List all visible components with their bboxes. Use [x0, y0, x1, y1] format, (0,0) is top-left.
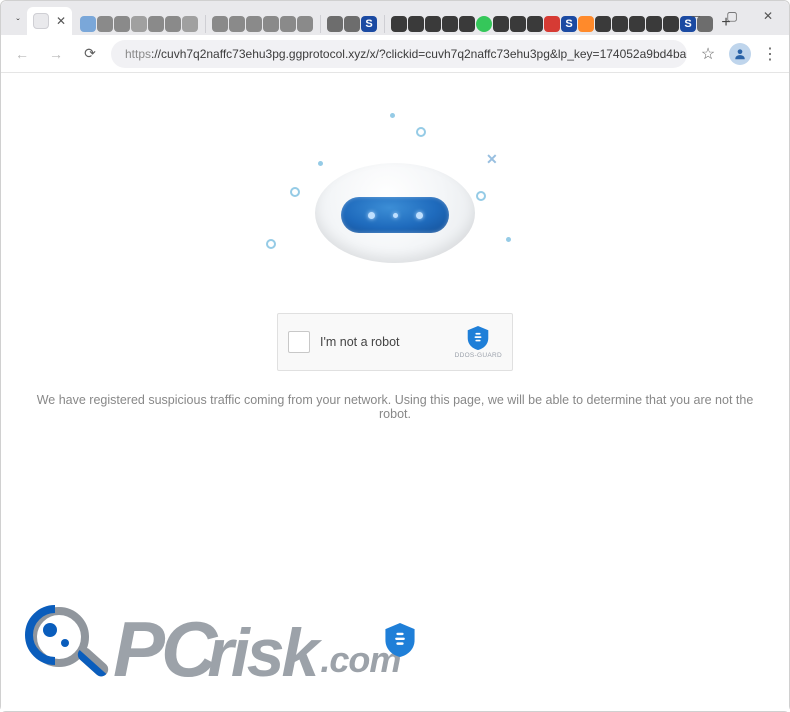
tab-favicon-icon[interactable]	[391, 16, 407, 32]
decoration-x-icon: ✕	[486, 151, 498, 168]
tab-favicon-icon[interactable]	[280, 16, 296, 32]
decoration-ring-icon	[416, 127, 426, 137]
watermark-text: PC risk .com	[113, 610, 400, 688]
tab-close-icon[interactable]: ✕	[56, 14, 66, 28]
maximize-button[interactable]: ▢	[717, 5, 747, 27]
captcha-brand: DDOS-GUARD	[455, 326, 502, 359]
close-window-button[interactable]: ✕	[753, 5, 783, 27]
tab-favicon-icon[interactable]	[408, 16, 424, 32]
tab-favicon-icon[interactable]	[442, 16, 458, 32]
forward-button[interactable]: →	[43, 41, 69, 67]
tab-favicon-icon[interactable]	[327, 16, 343, 32]
minimize-button[interactable]: ─	[681, 5, 711, 27]
robot-head-icon	[315, 163, 475, 263]
url-rest: ://cuvh7q2naffc73ehu3pg.ggprotocol.xyz/x…	[151, 47, 687, 61]
tab-favicon-icon[interactable]	[212, 16, 228, 32]
tab-favicon-icon[interactable]	[131, 16, 147, 32]
magnifier-dot-icon	[43, 623, 57, 637]
tab-favicon-icon[interactable]	[344, 16, 360, 32]
robot-eye-icon	[416, 212, 423, 219]
magnifier-dot-icon	[61, 639, 69, 647]
tabs-dropdown-chevron-icon[interactable]: ˇ	[9, 13, 27, 35]
page-content: ✕ I'm not a robot	[1, 73, 789, 711]
watermark-pc: PC	[113, 610, 213, 688]
tab-favicon-icon[interactable]	[646, 16, 662, 32]
watermark-logo: PC risk .com	[25, 605, 645, 693]
decoration-ring-icon	[266, 239, 276, 249]
window-controls: ─ ▢ ✕	[681, 5, 783, 27]
tab-favicon-icon[interactable]: S	[561, 16, 577, 32]
shield-icon	[467, 326, 489, 350]
tab-favicon-icon[interactable]	[263, 16, 279, 32]
url-text: https://cuvh7q2naffc73ehu3pg.ggprotocol.…	[125, 47, 687, 61]
captcha-left: I'm not a robot	[288, 331, 400, 353]
tab-favicon-icon[interactable]	[612, 16, 628, 32]
captcha-label: I'm not a robot	[320, 335, 400, 349]
url-protocol: https	[125, 47, 151, 61]
decoration-dot-icon	[390, 113, 395, 118]
captcha-brand-label: DDOS-GUARD	[455, 352, 502, 359]
robot-visor-icon	[341, 197, 449, 233]
decoration-ring-icon	[290, 187, 300, 197]
reload-button[interactable]: ⟳	[77, 41, 103, 67]
browser-toolbar: ← → ⟳ https://cuvh7q2naffc73ehu3pg.ggpro…	[1, 35, 789, 73]
tab-favicon-icon[interactable]	[80, 16, 96, 32]
tab-favicon-icon[interactable]	[148, 16, 164, 32]
tab-favicon-icon[interactable]	[527, 16, 543, 32]
tab-favicon-icon[interactable]	[229, 16, 245, 32]
active-tab[interactable]: ✕	[27, 7, 72, 35]
tab-favicon-icon[interactable]	[182, 16, 198, 32]
tab-favicon-icon[interactable]	[493, 16, 509, 32]
robot-nose-icon	[393, 213, 398, 218]
robot-illustration: ✕	[260, 109, 530, 289]
profile-avatar-icon[interactable]	[729, 43, 751, 65]
tab-group-separator	[205, 15, 206, 33]
tab-group-separator	[320, 15, 321, 33]
tab-favicon-icon[interactable]	[595, 16, 611, 32]
tab-favicon-icon[interactable]	[510, 16, 526, 32]
tab-favicon-icon[interactable]	[663, 16, 679, 32]
captcha-checkbox[interactable]	[288, 331, 310, 353]
tab-favicon-blank-icon	[33, 13, 49, 29]
address-bar[interactable]: https://cuvh7q2naffc73ehu3pg.ggprotocol.…	[111, 40, 687, 68]
tab-group-separator	[384, 15, 385, 33]
tab-favicon-icon[interactable]	[578, 16, 594, 32]
robot-eye-icon	[368, 212, 375, 219]
browser-window: ˇ ✕ S	[0, 0, 790, 712]
decoration-dot-icon	[318, 161, 323, 166]
tab-favicon-icon[interactable]	[629, 16, 645, 32]
tab-bar: ˇ ✕ S	[1, 1, 789, 35]
background-tabs-strip: S S S	[80, 13, 714, 35]
decoration-dot-icon	[506, 237, 511, 242]
tab-favicon-icon[interactable]	[459, 16, 475, 32]
kebab-menu-icon[interactable]: ⋮	[759, 43, 781, 65]
bookmark-star-icon[interactable]: ☆	[695, 41, 721, 67]
watermark-risk: risk	[207, 619, 316, 687]
captcha-box: I'm not a robot DDOS-GUARD	[277, 313, 513, 371]
tab-favicon-icon[interactable]	[165, 16, 181, 32]
tab-favicon-icon[interactable]: S	[361, 16, 377, 32]
magnifier-icon	[25, 605, 113, 693]
tab-favicon-icon[interactable]	[544, 16, 560, 32]
page-message: We have registered suspicious traffic co…	[1, 393, 789, 421]
decoration-ring-icon	[476, 191, 486, 201]
watermark-shield-icon	[385, 623, 415, 657]
tab-favicon-icon[interactable]	[425, 16, 441, 32]
tab-favicon-icon[interactable]	[476, 16, 492, 32]
tab-favicon-icon[interactable]	[114, 16, 130, 32]
tab-favicon-icon[interactable]	[97, 16, 113, 32]
tab-favicon-icon[interactable]	[297, 16, 313, 32]
back-button[interactable]: ←	[9, 41, 35, 67]
tab-favicon-icon[interactable]	[246, 16, 262, 32]
